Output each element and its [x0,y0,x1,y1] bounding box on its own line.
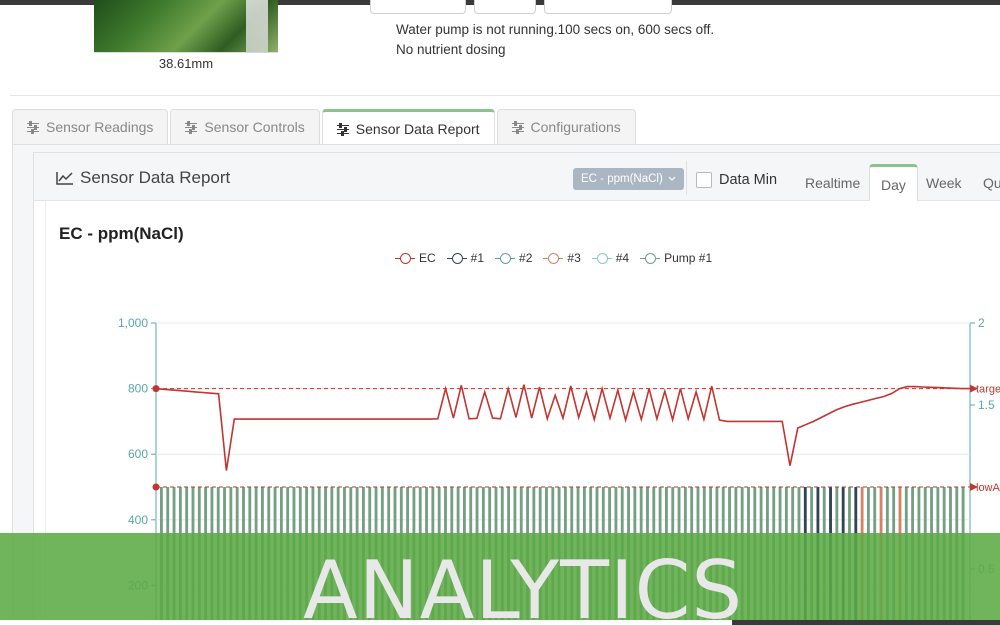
y-tick-label-right: 2 [978,316,985,330]
ec-chart-plot: 1,00080060040020021.50.5targelowA [118,316,1000,620]
analytics-banner: ANALYTICS [0,533,1000,620]
y-tick-label-left: 600 [128,447,148,461]
y-tick-label-left: 400 [128,513,148,527]
mark-line-start-dot [152,483,160,491]
bottom-dark-strip [732,620,1000,625]
ec-series-line [155,384,970,471]
y-tick-label-left: 1,000 [118,316,148,330]
y-tick-label-left: 800 [128,382,148,396]
banner-text: ANALYTICS [303,544,744,621]
mark-line-label: targe [976,384,1000,396]
mark-line-label: lowA [976,482,1000,494]
y-tick-label-right: 1.5 [978,398,995,412]
